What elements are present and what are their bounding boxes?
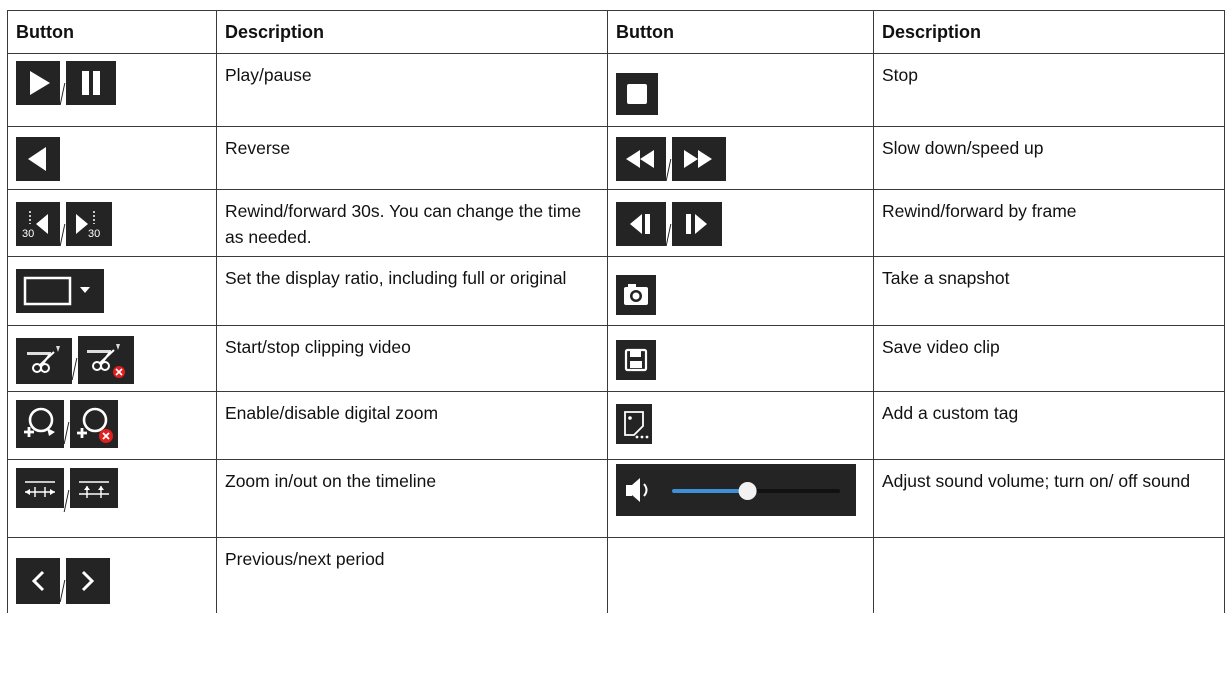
timeline-zoom-in-icon[interactable] <box>16 468 64 508</box>
speed-up-icon[interactable] <box>672 137 726 181</box>
frame-back-icon[interactable] <box>616 202 666 246</box>
timeline-zoom-description: Zoom in/out on the timeline <box>216 459 608 538</box>
snapshot-description: Take a snapshot <box>873 256 1225 326</box>
table-row: Enable/disable digital zoom Add a custom… <box>7 391 1225 460</box>
header-button: Button <box>7 10 217 54</box>
volume-control[interactable] <box>616 464 856 516</box>
previous-period-icon[interactable] <box>16 558 60 604</box>
custom-tag-description: Add a custom tag <box>873 391 1225 460</box>
save-clip-description: Save video clip <box>873 325 1225 392</box>
scissors-start-clip-icon[interactable] <box>16 338 72 384</box>
rewind-30-label: 30 <box>22 228 34 240</box>
header-description-2: Description <box>873 10 1225 54</box>
table-row: Play/pause Stop <box>7 53 1225 127</box>
reverse-description: Reverse <box>216 126 608 190</box>
next-period-icon[interactable] <box>66 558 110 604</box>
forward-30-label: 30 <box>88 228 100 240</box>
header-description: Description <box>216 10 608 54</box>
table-row: Set the display ratio, including full or… <box>7 256 1225 326</box>
empty-description-cell <box>873 537 1225 613</box>
digital-zoom-enable-icon[interactable] <box>16 400 64 448</box>
scissors-stop-clip-icon[interactable] <box>78 336 134 384</box>
table-row: Zoom in/out on the timeline Adjust sound… <box>7 459 1225 538</box>
table-row: Start/stop clipping video Save video cli… <box>7 325 1225 392</box>
display-ratio-dropdown[interactable] <box>16 269 104 313</box>
rewind-30s-icon[interactable]: 30 <box>16 202 60 246</box>
volume-description: Adjust sound volume; turn on/ off sound <box>873 459 1225 538</box>
table-row: Previous/next period <box>7 537 1225 613</box>
header-button-2: Button <box>607 10 874 54</box>
period-navigation-description: Previous/next period <box>216 537 608 613</box>
frame-forward-icon[interactable] <box>672 202 722 246</box>
frame-step-description: Rewind/forward by frame <box>873 189 1225 257</box>
custom-tag-icon[interactable] <box>616 404 652 444</box>
volume-knob <box>738 482 757 500</box>
table-row: Reverse Slow down/speed up <box>7 126 1225 190</box>
reverse-icon[interactable] <box>16 137 60 181</box>
table-row: 30 30 Rewind/forward 30s. You can change… <box>7 189 1225 257</box>
display-ratio-description: Set the display ratio, including full or… <box>216 256 608 326</box>
play-icon[interactable] <box>16 61 60 105</box>
camera-icon[interactable] <box>616 275 656 315</box>
table-header-row: Button Description Button Description <box>7 10 1225 54</box>
digital-zoom-disable-icon[interactable] <box>70 400 118 448</box>
empty-button-cell <box>607 537 874 613</box>
speaker-icon <box>626 478 648 502</box>
button-description-table: Button Description Button Description Pl… <box>7 10 1225 613</box>
pause-icon[interactable] <box>66 61 116 105</box>
slow-speed-description: Slow down/speed up <box>873 126 1225 190</box>
play-pause-description: Play/pause <box>216 53 608 127</box>
volume-slider[interactable] <box>616 464 856 516</box>
digital-zoom-description: Enable/disable digital zoom <box>216 391 608 460</box>
forward-30s-icon[interactable]: 30 <box>66 202 112 246</box>
save-icon[interactable] <box>616 340 656 380</box>
timeline-zoom-out-icon[interactable] <box>70 468 118 508</box>
stop-icon[interactable] <box>616 73 658 115</box>
rewind-forward-30s-description: Rewind/forward 30s. You can change the t… <box>216 189 608 257</box>
clipping-description: Start/stop clipping video <box>216 325 608 392</box>
slow-down-icon[interactable] <box>616 137 666 181</box>
stop-description: Stop <box>873 53 1225 127</box>
